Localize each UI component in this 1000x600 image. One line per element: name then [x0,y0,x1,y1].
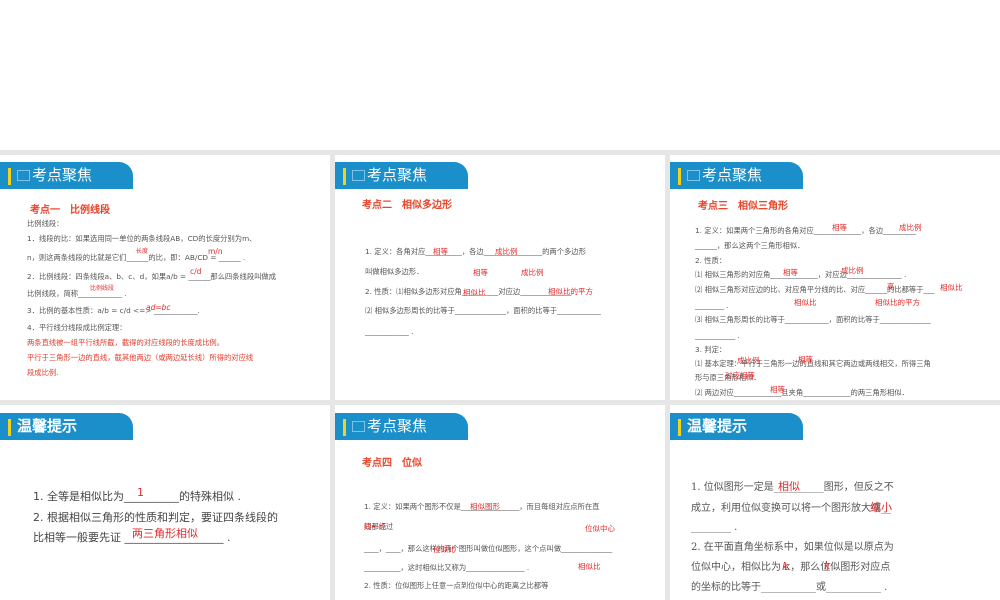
answer: 相似比 [578,562,601,571]
text-line: ___________ . [695,331,740,340]
slide-header-tab: 温馨提示 [0,413,133,440]
text-line: 成立，利用位似变换可以将一个图形放大或__ [691,503,891,514]
slide-thumbnail-4[interactable]: 温馨提示 1. 全等是相似比为__________的特殊相似 . 2. 根据相似… [0,405,330,600]
answer: 相等 [473,268,488,277]
accent-bar [343,419,346,436]
answer: 成比例 [495,247,518,256]
answer: 相似图形 [470,502,500,511]
text-line: 2. 根据相似三角形的性质和判定，要证四条线段的 [33,511,278,524]
text-line: 叫做相似多边形． [365,267,424,276]
text-line: ⑵ 相似三角形对应边的比、对应角平分线的比、对应______的比都等于___ [695,285,935,294]
text-line: 2. 性质： [695,256,727,265]
text-line: ⑵ 相似多边形周长的比等于______________，面积的比等于______… [365,306,601,315]
text-line: __________，这时相似比又称为________________ . [364,563,530,572]
answer: 相等 [798,355,813,364]
slide-thumbnail-2[interactable]: 考点聚焦 考点二 相似多边形 1. 定义：各角对应__________，各边__… [335,155,665,400]
answer: m/n [208,247,223,256]
accent-bar [343,168,346,185]
slide-header-title: 考点聚焦 [367,417,428,435]
slide-subtitle: 考点四 位似 [362,458,422,469]
theorem-line: 两条直线被一组平行线所截，截得的对应线段的长度成比例。 [27,338,225,347]
book-icon [352,421,365,432]
text-line: ⑵ 两边对应_____________且夹角_____________的两三角形… [695,388,909,397]
answer: 高 [887,282,895,291]
answer: 比例线段 [90,285,115,292]
answer: ad=bc [146,303,171,312]
book-icon [17,170,30,181]
text-line: ______，那么这两个三角形相似． [695,241,805,250]
slide-header-tab: 考点聚焦 [335,413,468,440]
slide-thumbnail-6[interactable]: 温馨提示 1. 位似图形一定是__________图形，但反之不 成立，利用位似… [670,405,1000,600]
text-line: 1. 定义：各角对应__________，各边________________的… [365,247,586,256]
answer: 相等 [770,385,785,394]
answer: k [824,559,831,572]
text-line: ⑴ 相似三角形的对应角_____________，对应边____________… [695,270,907,279]
accent-bar [678,419,681,436]
slide-thumbnail-1[interactable]: 考点聚焦 考点一 比例线段 比例线段： 1．线段的比：如果选用同一单位的两条线段… [0,155,330,400]
slide-header-tab: 考点聚焦 [335,162,468,189]
answer: 相似 [778,480,800,493]
answer: 长度 [136,248,149,255]
answer: 成比例 [899,223,922,232]
slide-header-title: 温馨提示 [17,417,78,435]
slide-subtitle: 考点二 相似多边形 [362,200,452,211]
slide-subtitle: 考点三 相似三角形 [698,201,788,212]
text-line: ____________ . [365,327,414,336]
text-line: 的坐标的比等于___________或___________ . [691,582,888,593]
text-line: ⑶ 相似三角形周长的比等于____________，面积的比等于________… [695,315,931,324]
answer: 缩小 [870,501,892,514]
slide-thumbnail-3[interactable]: 考点聚焦 考点三 相似三角形 1. 定义：如果两个三角形的各角对应_______… [670,155,1000,400]
text-line: 2. 在平面直角坐标系中，如果位似是以原点为 [691,542,894,553]
text-line: 1．线段的比：如果选用同一单位的两条线段AB，CD的长度分别为m、 [27,234,257,243]
answer: 相似比的平方 [548,287,593,296]
slide-header-tab: 考点聚焦 [670,162,803,189]
answer: 成比例 [521,268,544,277]
answer: 位似比 [433,545,456,554]
accent-bar [678,168,681,185]
text-line: 2. 性质：位似图形上任意一点到位似中心的距离之比都等 [364,581,549,590]
text-line: ________ . [695,301,729,310]
answer: 1 [137,486,144,499]
answer: 相似比的平方 [875,298,920,307]
answer: 位似中心 [585,524,615,533]
book-icon [687,170,700,181]
answer: k [782,560,789,573]
theorem-line: 段成比例. [27,368,59,377]
text-line: 3．比例的基本性质：a/b = c/d <=> ____________. [27,306,200,315]
slide-header-title: 考点聚焦 [702,166,763,184]
slide-header-tab: 温馨提示 [670,413,803,440]
accent-bar [8,419,11,436]
text-line: 比例线段： [27,219,64,228]
slide-header-title: 考点聚焦 [32,166,93,184]
text-line: 1. 定义：如果两个三角形的各角对应_____________，各边______… [695,226,916,235]
answer: 相似比 [794,298,817,307]
text-line: ____，____，那么这样的两个图形叫做位似图形，这个点叫做_________… [364,544,613,553]
slide-header-title: 温馨提示 [687,417,748,435]
answer: 成比例 [841,266,864,275]
answer: 相等 [433,247,448,256]
text-line: 3. 判定： [695,345,727,354]
answer: 成比例 [737,356,760,365]
answer: 相似比 [940,283,963,292]
text-line: 4．平行线分线段成比例定理： [27,323,127,332]
answer: 对应相等 [725,371,755,380]
slide-subtitle: 考点一 比例线段 [30,205,110,216]
slide-header-title: 考点聚焦 [367,166,428,184]
accent-bar [8,168,11,185]
answer: c/d [190,267,202,276]
answer: 相等 [783,268,798,277]
book-icon [352,170,365,181]
text-line: 2．比例线段：四条线段a、b、c、d，如果a/b = ______那么四条线段叫… [27,272,277,281]
text-line: 位似中心，相似比为 k，那么位似图形对应点 [691,562,891,573]
answer: 相等 [832,223,847,232]
slide-header-tab: 考点聚焦 [0,162,133,189]
theorem-line: 平行于三角形一边的直线，截其他两边（或两边延长线）所得的对应线 [27,353,254,362]
slide-thumbnail-5[interactable]: 考点聚焦 考点四 位似 1. 定义：如果两个图形不仅是_____________… [335,405,665,600]
answer: 同一点 [364,522,387,531]
answer: 相似比 [463,288,486,297]
answer: 两三角形相似 [132,527,198,540]
text-line: ________ . [691,522,738,533]
